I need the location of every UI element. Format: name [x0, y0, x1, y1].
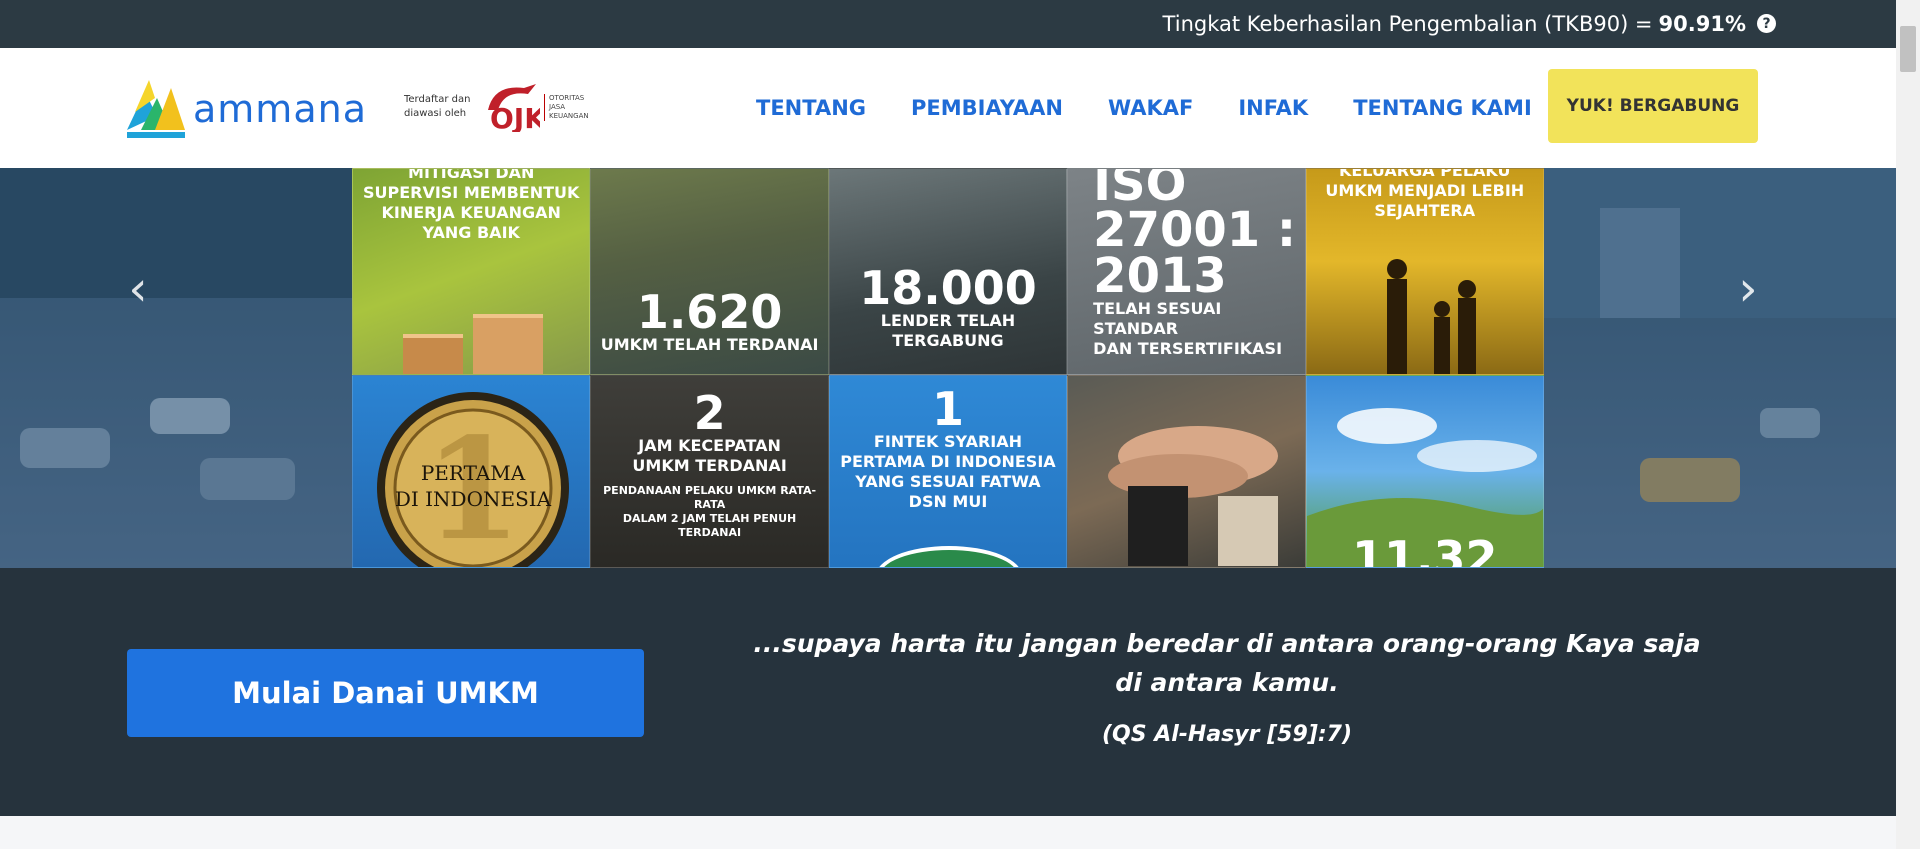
ojk-text-line: KEUANGAN: [549, 111, 589, 120]
tile-jam-kecepatan: 2 JAM KECEPATAN UMKM TERDANAI PENDANAAN …: [590, 375, 829, 568]
tile-pertama: 1 PERTAMA DI INDONESIA: [352, 375, 591, 568]
tile-big-number: 1: [931, 382, 964, 436]
tile-caption-line: MITIGASI DAN: [408, 168, 535, 182]
tile-big-line: 2013: [1093, 248, 1227, 304]
tkb-bar: Tingkat Keberhasilan Pengembalian (TKB90…: [0, 0, 1896, 48]
tile-caption-line: KINERJA KEUANGAN: [381, 203, 561, 222]
tile-caption-line: UMKM MENJADI LEBIH: [1325, 181, 1525, 200]
tile-landscape: 11.32: [1305, 375, 1544, 568]
ammana-logo[interactable]: ammana: [127, 78, 367, 140]
tkb-value: 90.91%: [1658, 12, 1746, 36]
ojk-caption-line: Terdaftar dan: [404, 94, 471, 105]
tile-fintek-syariah: 1 FINTEK SYARIAH PERTAMA DI INDONESIA YA…: [828, 375, 1068, 568]
medal-text-line: DI INDONESIA: [395, 487, 552, 511]
nav-item-pembiayaan[interactable]: PEMBIAYAAN: [911, 96, 1063, 120]
nav-item-tentang-kami[interactable]: TENTANG KAMI: [1353, 96, 1532, 120]
tile-big-number: 1.620: [636, 285, 783, 339]
ojk-caption: Terdaftar dan diawasi oleh: [404, 93, 484, 121]
nav-item-tentang[interactable]: TENTANG: [756, 96, 866, 120]
hands-together-icon: [1108, 426, 1279, 566]
tile-iso: ISO 27001 : 2013 TELAH SESUAI STANDAR DA…: [1067, 168, 1306, 375]
medal-text-line: PERTAMA: [421, 461, 526, 485]
tile-umkm-terdanai: 1.620 UMKM TELAH TERDANAI: [590, 168, 829, 375]
ojk-text: OTORITAS JASA KEUANGAN: [544, 93, 589, 121]
tile-small-line: PENDANAAN PELAKU UMKM RATA-RATA: [603, 484, 817, 511]
tile-hands-together: [1067, 375, 1306, 568]
tile-caption: UMKM TELAH TERDANAI: [600, 335, 819, 354]
tile-big-number: 2: [693, 386, 726, 440]
tile-caption-line: STANDAR: [1093, 319, 1179, 338]
logo-text: ammana: [193, 87, 367, 131]
quote-section: Mulai Danai UMKM ...supaya harta itu jan…: [0, 568, 1896, 816]
tile-caption-line: JAM KECEPATAN: [638, 436, 781, 455]
tile-caption-line: FINTEK SYARIAH: [873, 432, 1023, 451]
page-scrollbar[interactable]: [1896, 0, 1920, 849]
quote-source: (QS Al-Hasyr [59]:7): [1101, 722, 1353, 747]
tkb-label: Tingkat Keberhasilan Pengembalian (TKB90…: [1162, 12, 1653, 36]
mulai-danai-button[interactable]: Mulai Danai UMKM: [127, 649, 644, 737]
main-menu: TENTANG PEMBIAYAAN WAKAF INFAK TENTANG K…: [756, 48, 1532, 168]
tile-caption-line: TELAH SESUAI: [1093, 299, 1222, 318]
ojk-registration: Terdaftar dan diawasi oleh OJK OTORITAS …: [404, 82, 589, 132]
carousel-next-icon[interactable]: ›: [1728, 261, 1768, 317]
tile-caption-line: KELUARGA PELAKU: [1338, 168, 1511, 180]
tile-caption-line: PERTAMA DI INDONESIA: [840, 452, 1056, 471]
medal-icon: 1 PERTAMA DI INDONESIA: [377, 392, 569, 567]
ojk-caption-line: diawasi oleh: [404, 108, 467, 119]
mui-seal-icon: [875, 546, 1022, 567]
achievement-grid: MITIGASI DAN SUPERVISI MEMBENTUK KINERJA…: [352, 168, 1544, 568]
navbar: ammana Terdaftar dan diawasi oleh OJK OT…: [0, 48, 1896, 168]
tile-mitigasi: MITIGASI DAN SUPERVISI MEMBENTUK KINERJA…: [352, 168, 591, 375]
family-silhouette-icon: [1386, 259, 1476, 374]
ojk-text-line: JASA: [549, 102, 566, 111]
tile-caption-line: TERGABUNG: [892, 331, 1004, 350]
hero-carousel: ‹ › MITIGASI DAN SUPERVISI MEMBENTUK KIN…: [0, 168, 1896, 568]
ammana-logo-icon: [127, 80, 185, 138]
ojk-text-line: OTORITAS: [549, 93, 585, 102]
ojk-mark: OJK: [490, 102, 540, 132]
carousel-prev-icon[interactable]: ‹: [118, 261, 158, 317]
tile-caption-line: UMKM TERDANAI: [632, 456, 787, 475]
tile-big-number: 11.32: [1352, 531, 1498, 568]
nav-item-wakaf[interactable]: WAKAF: [1108, 96, 1193, 120]
tile-caption-line: YANG SESUAI FATWA: [855, 472, 1041, 491]
scrollbar-thumb[interactable]: [1900, 26, 1916, 72]
tile-big-number: 18.000: [859, 261, 1037, 315]
tile-big-line: 27001 :: [1093, 202, 1297, 258]
tile-keluarga: KELUARGA PELAKU UMKM MENJADI LEBIH SEJAH…: [1305, 168, 1544, 375]
tile-caption-line: SEJAHTERA: [1374, 201, 1476, 220]
coins-icon: [403, 314, 543, 374]
tile-lender: 18.000 LENDER TELAH TERGABUNG: [828, 168, 1068, 375]
nav-item-infak[interactable]: INFAK: [1238, 96, 1308, 120]
tile-caption-line: DSN MUI: [908, 492, 988, 511]
quote-text: ...supaya harta itu jangan beredar di an…: [753, 629, 1701, 697]
tile-caption-line: DAN TERSERTIFIKASI: [1093, 339, 1283, 358]
join-button[interactable]: YUK! BERGABUNG: [1548, 69, 1758, 143]
tile-caption-line: YANG BAIK: [422, 223, 520, 242]
help-icon[interactable]: ?: [1757, 14, 1776, 33]
ojk-logo-icon: OJK: [488, 84, 540, 132]
tkb-info: Tingkat Keberhasilan Pengembalian (TKB90…: [1163, 0, 1746, 48]
tile-small-line: DALAM 2 JAM TELAH PENUH TERDANAI: [622, 512, 797, 539]
tile-caption-line: SUPERVISI MEMBENTUK: [362, 183, 580, 202]
